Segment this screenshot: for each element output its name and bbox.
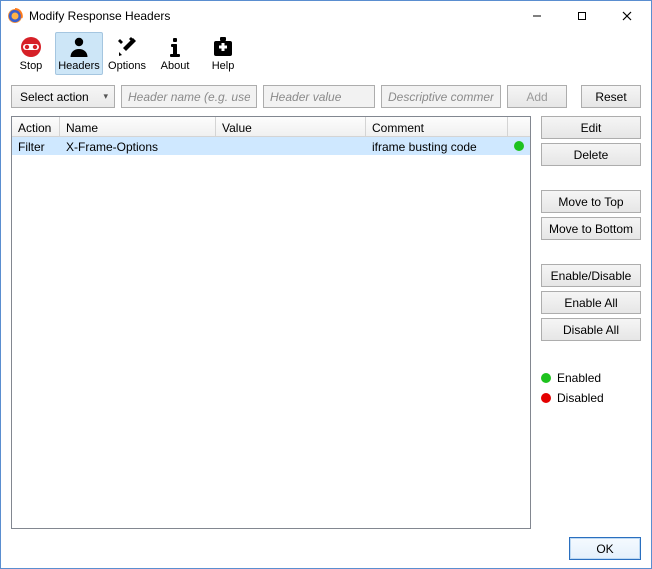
disable-all-button[interactable]: Disable All (541, 318, 641, 341)
headers-button[interactable]: Headers (55, 32, 103, 75)
titlebar: Modify Response Headers (1, 1, 651, 31)
header-name-input[interactable] (121, 85, 257, 108)
table-row[interactable]: Filter X-Frame-Options iframe busting co… (12, 137, 530, 155)
disabled-dot-icon (541, 393, 551, 403)
help-label: Help (212, 60, 235, 72)
table-header: Action Name Value Comment (12, 117, 530, 137)
legend-disabled: Disabled (541, 391, 641, 405)
person-icon (65, 35, 93, 59)
cell-action: Filter (12, 139, 60, 154)
tools-icon (113, 35, 141, 59)
side-panel: Edit Delete Move to Top Move to Bottom E… (541, 116, 641, 529)
stop-label: Stop (20, 60, 43, 72)
reset-button[interactable]: Reset (581, 85, 641, 108)
action-select[interactable]: Select action ▾ (11, 85, 115, 108)
edit-button[interactable]: Edit (541, 116, 641, 139)
legend-disabled-label: Disabled (557, 391, 604, 405)
header-comment-input[interactable] (381, 85, 501, 108)
stop-button[interactable]: Stop (7, 32, 55, 75)
info-icon (161, 35, 189, 59)
col-comment[interactable]: Comment (366, 117, 508, 136)
help-icon (209, 35, 237, 59)
col-status[interactable] (508, 117, 530, 136)
options-button[interactable]: Options (103, 32, 151, 75)
header-form: Select action ▾ Add Reset (11, 85, 641, 108)
cell-name: X-Frame-Options (60, 139, 216, 154)
headers-table: Action Name Value Comment Filter X-Frame… (11, 116, 531, 529)
add-button[interactable]: Add (507, 85, 567, 108)
move-bottom-button[interactable]: Move to Bottom (541, 217, 641, 240)
app-icon (7, 8, 23, 24)
table-body: Filter X-Frame-Options iframe busting co… (12, 137, 530, 528)
header-value-input[interactable] (263, 85, 375, 108)
stop-icon (17, 35, 45, 59)
help-button[interactable]: Help (199, 32, 247, 75)
cell-value (216, 146, 366, 147)
status-dot-enabled (514, 141, 524, 151)
chevron-down-icon: ▾ (103, 91, 108, 102)
enable-disable-button[interactable]: Enable/Disable (541, 264, 641, 287)
mid-area: Action Name Value Comment Filter X-Frame… (11, 116, 641, 529)
footer: OK (11, 537, 641, 560)
enabled-dot-icon (541, 373, 551, 383)
legend-enabled-label: Enabled (557, 371, 601, 385)
legend-enabled: Enabled (541, 371, 641, 385)
options-label: Options (108, 60, 146, 72)
window-title: Modify Response Headers (29, 9, 170, 23)
about-button[interactable]: About (151, 32, 199, 75)
cell-status (508, 141, 530, 151)
about-label: About (161, 60, 190, 72)
minimize-button[interactable] (514, 2, 559, 31)
ok-button[interactable]: OK (569, 537, 641, 560)
col-value[interactable]: Value (216, 117, 366, 136)
close-button[interactable] (604, 2, 649, 31)
content-area: Select action ▾ Add Reset Action Name Va… (1, 77, 651, 568)
main-toolbar: Stop Headers Options (1, 31, 651, 77)
enable-all-button[interactable]: Enable All (541, 291, 641, 314)
window: Modify Response Headers Stop (0, 0, 652, 569)
cell-comment: iframe busting code (366, 139, 508, 154)
col-action[interactable]: Action (12, 117, 60, 136)
maximize-button[interactable] (559, 2, 604, 31)
move-top-button[interactable]: Move to Top (541, 190, 641, 213)
col-name[interactable]: Name (60, 117, 216, 136)
delete-button[interactable]: Delete (541, 143, 641, 166)
action-select-label: Select action (20, 90, 89, 104)
headers-label: Headers (58, 60, 100, 72)
